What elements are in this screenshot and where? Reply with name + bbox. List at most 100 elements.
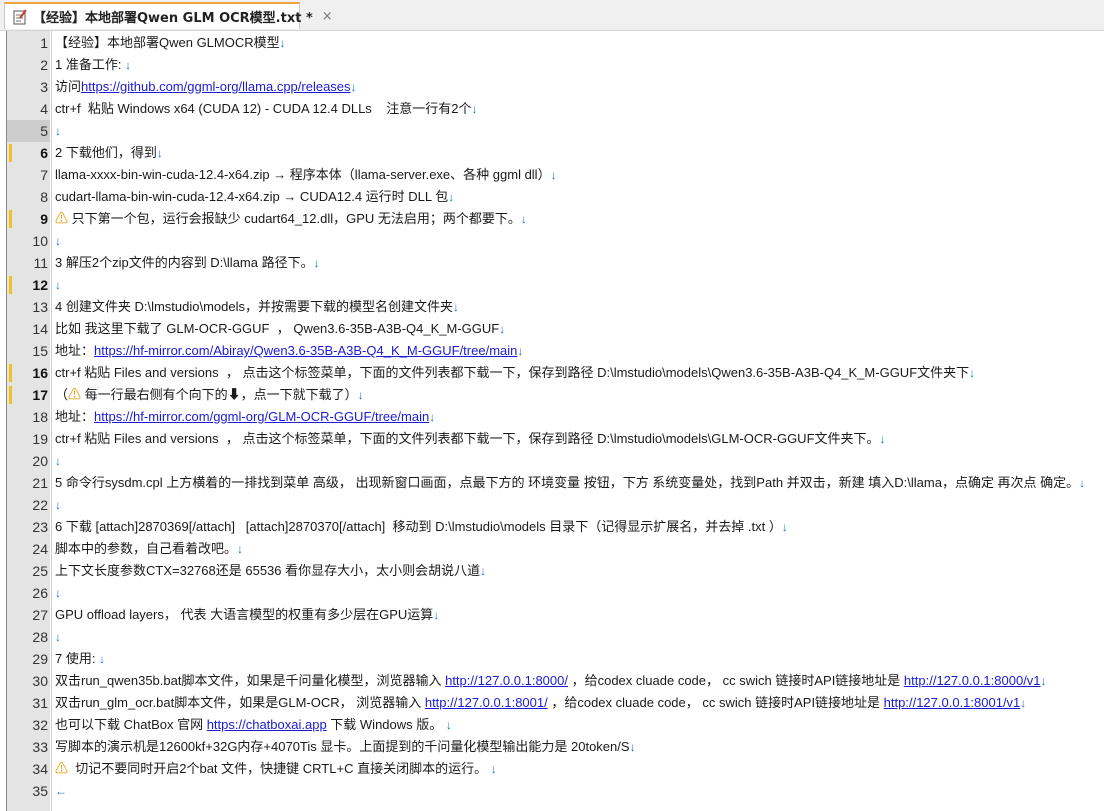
line-number-cell: 32 [7,714,50,736]
line-number-cell: 16 [7,362,50,384]
warning-icon: ⚠ [55,211,69,226]
line-break-marker: ↓ [55,454,61,468]
text-segment: 4 创建文件夹 D:\lmstudio\models，并按需要下载的模型名创建文… [55,299,453,314]
editor-line[interactable]: 20 ↓ [0,450,1104,472]
line-number-cell: 30 [7,670,50,692]
tab-bar: 【经验】本地部署Qwen GLM OCR模型.txt * × [0,0,1104,31]
editor-line[interactable]: 7 llama-xxxx-bin-win-cuda-12.4-x64.zip → … [0,164,1104,186]
line-number-cell: 4 [7,98,50,120]
line-text: 【经验】本地部署Qwen GLMOCR模型↓ [55,32,286,54]
editor-line[interactable]: 1 【经验】本地部署Qwen GLMOCR模型↓ [0,32,1104,54]
line-text: ↓ [55,274,61,296]
line-break-marker: ↓ [279,36,286,50]
editor-line[interactable]: 17 （⚠ 每一行最右侧有个向下的⬇，点一下就下载了）↓ [0,384,1104,406]
editor-line[interactable]: 22 ↓ [0,494,1104,516]
editor-line[interactable]: 9 ⚠ 只下第一个包，运行会报缺少 cudart64_12.dll，GPU 无法启… [0,208,1104,230]
line-text: 上下文长度参数CTX=32768还是 65536 看你显存大小，太小则会胡说八道… [55,560,486,582]
url-link[interactable]: http://127.0.0.1:8000/v1 [904,673,1041,688]
editor-line[interactable]: 30 双击run_qwen35b.bat脚本文件，如果是千问量化模型，浏览器输入 … [0,670,1104,692]
editor-line[interactable]: 3 访问https://github.com/ggml-org/llama.cpp… [0,76,1104,98]
editor-line[interactable]: 33 写脚本的演示机是12600kf+32G内存+4070Tis 显卡。上面提到的… [0,736,1104,758]
line-number: 29 [32,651,48,667]
change-marker [9,144,12,162]
url-link[interactable]: https://hf-mirror.com/ggml-org/GLM-OCR-G… [94,409,429,424]
editor-line[interactable]: 28 ↓ [0,626,1104,648]
line-text: 脚本中的参数，自己看着改吧。↓ [55,538,243,560]
line-number-cell: 29 [7,648,50,670]
editor-line[interactable]: 34 ⚠ 切记不要同时开启2个bat 文件，快捷键 CRTL+C 直接关闭脚本的运… [0,758,1104,780]
line-text: 1 准备工作: ↓ [55,54,131,76]
line-number: 33 [32,739,48,755]
text-segment: 双击run_qwen35b.bat脚本文件，如果是千问量化模型，浏览器输入 [55,673,446,688]
editor-line[interactable]: 31 双击run_glm_ocr.bat脚本文件，如果是GLM-OCR， 浏览器输… [0,692,1104,714]
line-text: 4 创建文件夹 D:\lmstudio\models，并按需要下载的模型名创建文… [55,296,459,318]
text-segment: cudart-llama-bin-win-cuda-12.4-x64.zip →… [55,189,449,204]
editor-line[interactable]: 5 ↓ [0,120,1104,142]
editor-line[interactable]: 27 GPU offload layers， 代表 大语言模型的权重有多少层在GP… [0,604,1104,626]
editor-line[interactable]: 21 5 命令行sysdm.cpl 上方横着的一排找到菜单 高级， 出现新窗口画面… [0,472,1104,494]
editor-line[interactable]: 8 cudart-llama-bin-win-cuda-12.4-x64.zip … [0,186,1104,208]
editor-line[interactable]: 19 ctr+f 粘贴 Files and versions ， 点击这个标签菜单… [0,428,1104,450]
text-segment: 7 使用: [55,651,100,666]
line-number-cell: 11 [7,252,50,274]
editor-line[interactable]: 26 ↓ [0,582,1104,604]
change-marker [9,386,12,404]
editor-line[interactable]: 25 上下文长度参数CTX=32768还是 65536 看你显存大小，太小则会胡说… [0,560,1104,582]
line-number-cell: 8 [7,186,50,208]
editor-line[interactable]: 2 1 准备工作: ↓ [0,54,1104,76]
url-link[interactable]: http://127.0.0.1:8001/ [425,695,548,710]
line-number: 12 [32,277,48,293]
line-number: 31 [32,695,48,711]
text-segment: 切记不要同时开启2个bat 文件，快捷键 CRTL+C 直接关闭脚本的运行。 [68,761,491,776]
url-link[interactable]: https://hf-mirror.com/Abiray/Qwen3.6-35B… [94,343,517,358]
editor-line[interactable]: 24 脚本中的参数，自己看着改吧。↓ [0,538,1104,560]
line-number-cell: 26 [7,582,50,604]
tab-document[interactable]: 【经验】本地部署Qwen GLM OCR模型.txt * × [4,2,333,29]
editor-line[interactable]: 23 6 下载 [attach]2870369[/attach] [attach]… [0,516,1104,538]
line-break-marker: ↓ [55,278,61,292]
editor-line[interactable]: 15 地址：https://hf-mirror.com/Abiray/Qwen3.… [0,340,1104,362]
line-break-marker: ↓ [499,322,506,336]
line-number: 14 [32,321,48,337]
line-number-cell: 15 [7,340,50,362]
line-text: 比如 我这里下载了 GLM-OCR-GGUF ， Qwen3.6-35B-A3B… [55,318,505,340]
url-link[interactable]: http://127.0.0.1:8001/v1 [884,695,1021,710]
line-break-marker: ↓ [55,124,61,138]
url-link[interactable]: http://127.0.0.1:8000/ [445,673,568,688]
editor-line[interactable]: 29 7 使用: ↓ [0,648,1104,670]
editor-line[interactable]: 16 ctr+f 粘贴 Files and versions ， 点击这个标签菜单… [0,362,1104,384]
line-break-marker: ↓ [99,652,106,666]
editor-line[interactable]: 32 也可以下载 ChatBox 官网 https://chatboxai.app… [0,714,1104,736]
url-link[interactable]: https://github.com/ggml-org/llama.cpp/re… [81,79,351,94]
editor-line[interactable]: 4 ctr+f 粘贴 Windows x64 (CUDA 12) - CUDA 1… [0,98,1104,120]
notepad-file-icon [13,8,27,25]
editor-line[interactable]: 14 比如 我这里下载了 GLM-OCR-GGUF ， Qwen3.6-35B-A… [0,318,1104,340]
line-text: ctr+f 粘贴 Files and versions ， 点击这个标签菜单，下… [55,428,886,450]
line-number: 27 [32,607,48,623]
line-number-cell: 35 [7,780,50,802]
tab-close-icon[interactable]: × [322,9,333,24]
line-text: ↓ [55,494,61,516]
line-break-marker: ↓ [550,168,557,182]
line-number: 18 [32,409,48,425]
text-segment: 地址： [55,409,95,424]
line-number-cell: 28 [7,626,50,648]
line-number-cell: 34 [7,758,50,780]
text-editor[interactable]: 1 【经验】本地部署Qwen GLMOCR模型↓ 2 1 准备工作: ↓ 3 访问http… [0,31,1104,811]
editor-line[interactable]: 12 ↓ [0,274,1104,296]
url-link[interactable]: https://chatboxai.app [207,717,327,732]
line-number: 8 [40,189,48,205]
line-break-marker: ↓ [1079,476,1086,490]
line-number: 10 [32,233,48,249]
editor-line[interactable]: 35 ← [0,780,1104,802]
line-number-cell: 17 [7,384,50,406]
editor-line[interactable]: 18 地址：https://hf-mirror.com/ggml-org/GLM-… [0,406,1104,428]
editor-line[interactable]: 6 2 下载他们，得到↓ [0,142,1104,164]
line-number: 35 [32,783,48,799]
line-number-cell: 1 [7,32,50,54]
editor-line[interactable]: 11 3 解压2个zip文件的内容到 D:\llama 路径下。↓ [0,252,1104,274]
editor-line[interactable]: 13 4 创建文件夹 D:\lmstudio\models，并按需要下载的模型名创… [0,296,1104,318]
editor-line[interactable]: 10 ↓ [0,230,1104,252]
text-segment: 5 命令行sysdm.cpl 上方横着的一排找到菜单 高级， 出现新窗口画面，点… [55,475,1080,490]
line-number: 3 [40,79,48,95]
